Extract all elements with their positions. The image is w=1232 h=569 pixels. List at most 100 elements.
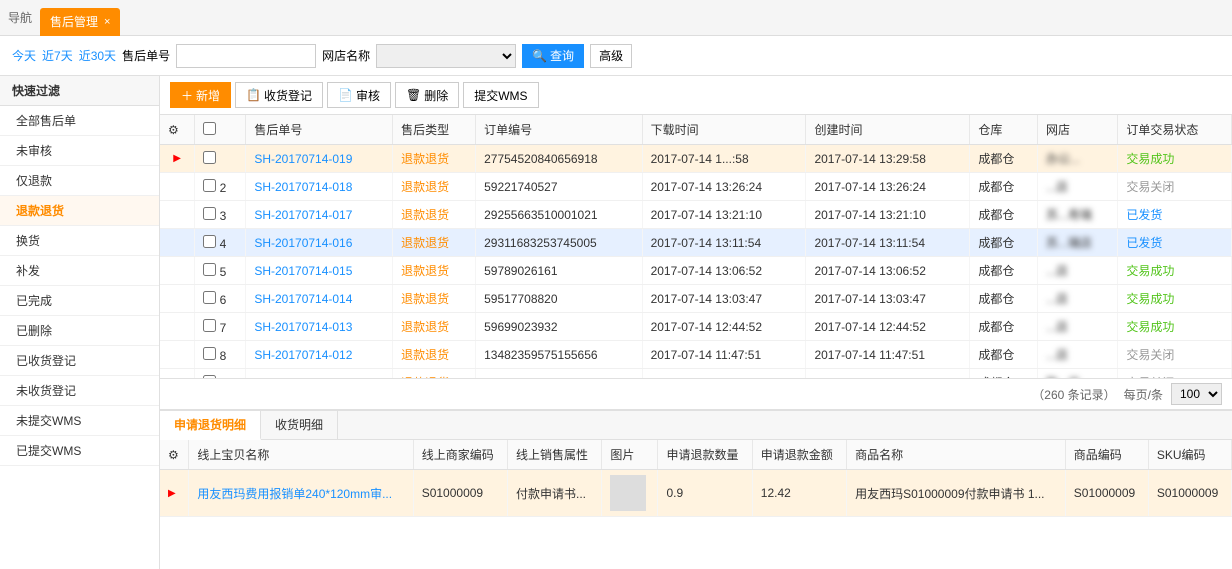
filter-last7[interactable]: 近7天: [42, 47, 73, 64]
row-arrow: [160, 341, 195, 369]
sidebar-item-deleted[interactable]: 已删除: [0, 316, 159, 346]
add-label: 新增: [196, 87, 220, 104]
cell-warehouse: 成都仓: [970, 229, 1038, 257]
btcol-name: 线上宝贝名称: [189, 440, 413, 470]
filter-today[interactable]: 今天: [12, 47, 36, 64]
row-checkbox[interactable]: [203, 319, 216, 332]
btcol-sale-attr: 线上销售属性: [508, 440, 602, 470]
nav-tab-after-sales[interactable]: 售后管理 ×: [40, 8, 120, 36]
table-row[interactable]: 5SH-20170714-015退款退货597890261612017-07-1…: [160, 257, 1232, 285]
row-checkbox[interactable]: [203, 151, 216, 164]
table-row[interactable]: 8SH-20170714-012退款退货13482359575155656201…: [160, 341, 1232, 369]
sidebar-item-receipt-done[interactable]: 已收货登记: [0, 346, 159, 376]
advanced-button[interactable]: 高级: [590, 44, 632, 68]
cell-after-sale-id: SH-20170714-014: [246, 285, 393, 313]
sidebar-item-resend[interactable]: 补发: [0, 256, 159, 286]
add-button[interactable]: ＋ 新增: [170, 82, 231, 108]
shop-name-select[interactable]: [376, 44, 516, 68]
btcol-product-code: 商品编码: [1065, 440, 1148, 470]
cell-warehouse: 成都仓: [970, 313, 1038, 341]
table-row[interactable]: 3SH-20170714-017退款退货29255663510001021201…: [160, 201, 1232, 229]
btcol-img: 图片: [602, 440, 658, 470]
col-checkbox[interactable]: [195, 115, 246, 145]
nav-tab-label: 售后管理: [50, 13, 98, 30]
bottom-sku-code: S01000009: [1148, 470, 1231, 517]
bottom-row-arrow: ▶: [160, 470, 189, 517]
col-after-sale-id: 售后单号: [246, 115, 393, 145]
cell-order-id: 29255663510001021: [476, 201, 642, 229]
row-arrow: [160, 313, 195, 341]
delete-button[interactable]: 🗑 删除: [395, 82, 459, 108]
row-arrow: [160, 201, 195, 229]
total-records: （260 条记录）: [1032, 386, 1115, 403]
sidebar-item-exchange[interactable]: 换货: [0, 226, 159, 256]
row-arrow: [160, 369, 195, 379]
row-number: 3: [216, 209, 226, 223]
cell-trade-status: 交易成功: [1118, 313, 1232, 341]
table-row[interactable]: ▶SH-20170714-019退款退货27754520840656918201…: [160, 145, 1232, 173]
audit-button[interactable]: 📄 审核: [327, 82, 391, 108]
receipt-button[interactable]: 📋 收货登记: [235, 82, 323, 108]
cell-warehouse: 成都仓: [970, 173, 1038, 201]
cell-order-id: 27754520840656918: [476, 145, 642, 173]
sidebar-item-unaudited[interactable]: 未审核: [0, 136, 159, 166]
row-checkbox-cell: 3: [195, 201, 246, 229]
col-download-time: 下载时间: [642, 115, 806, 145]
search-button[interactable]: 🔍 查询: [522, 44, 584, 68]
cell-shop: ...店: [1037, 257, 1117, 285]
cell-order-id: 29311683253745005: [476, 229, 642, 257]
cell-created-time: 2017-07-14 13:26:24: [806, 173, 970, 201]
bottom-refund-amount: 12.42: [752, 470, 846, 517]
cell-warehouse: 成都仓: [970, 285, 1038, 313]
table-row[interactable]: 6SH-20170714-014退款退货595177088​202017-07-…: [160, 285, 1232, 313]
filter-last30[interactable]: 近30天: [79, 47, 116, 64]
cell-download-time: 2017-07-14 11:46:14: [642, 369, 806, 379]
main-table-wrap: ⚙ 售后单号 售后类型 订单编号 下载时间 创建时间 仓库 网店 订单交易状态 …: [160, 115, 1232, 378]
cell-download-time: 2017-07-14 11:47:51: [642, 341, 806, 369]
row-checkbox[interactable]: [203, 179, 216, 192]
delete-icon: 🗑: [406, 88, 421, 102]
cell-after-sale-type: 退款退货: [393, 145, 476, 173]
sidebar-item-receipt-undone[interactable]: 未收货登记: [0, 376, 159, 406]
sidebar: 快速过滤 全部售后单 未审核 仅退款 退款退货 换货 补发 已完成 已删除 已收…: [0, 76, 160, 569]
bottom-product-name: 用友西玛费用报销单240*120mm审...: [189, 470, 413, 517]
col-gear[interactable]: ⚙: [160, 115, 195, 145]
sidebar-item-wms-submitted[interactable]: 已提交WMS: [0, 436, 159, 466]
cell-download-time: 2017-07-14 13:21:10: [642, 201, 806, 229]
tab-receipt-detail[interactable]: 收货明细: [261, 411, 338, 439]
close-icon[interactable]: ×: [104, 16, 110, 28]
btcol-gear[interactable]: ⚙: [160, 440, 189, 470]
cell-download-time: 2017-07-14 1...:58: [642, 145, 806, 173]
table-row[interactable]: 9SH-20170714-011退款退货11867039442742533201…: [160, 369, 1232, 379]
col-warehouse: 仓库: [970, 115, 1038, 145]
per-page-select[interactable]: 100 50 20: [1171, 383, 1222, 405]
row-checkbox[interactable]: [203, 347, 216, 360]
cell-after-sale-type: 退款退货: [393, 257, 476, 285]
submit-wms-button[interactable]: 提交WMS: [463, 82, 538, 108]
sidebar-item-completed[interactable]: 已完成: [0, 286, 159, 316]
row-checkbox[interactable]: [203, 207, 216, 220]
cell-order-id: 13482359575155656: [476, 341, 642, 369]
row-arrow: [160, 173, 195, 201]
bottom-table: ⚙ 线上宝贝名称 线上商家编码 线上销售属性 图片 申请退款数量 申请退款金额 …: [160, 440, 1232, 517]
cell-after-sale-type: 退款退货: [393, 201, 476, 229]
table-row[interactable]: 2SH-20170714-018退款退货592217405272017-07-1…: [160, 173, 1232, 201]
bottom-refund-qty: 0.9: [658, 470, 752, 517]
search-icon: 🔍: [532, 49, 547, 63]
table-row[interactable]: 4SH-20170714-016退款退货29311683253745005201…: [160, 229, 1232, 257]
tab-refund-detail[interactable]: 申请退货明细: [160, 411, 261, 440]
bottom-panel: 申请退货明细 收货明细 ⚙ 线上宝贝名称 线上商家编码 线上销售属性 图片 申请…: [160, 409, 1232, 569]
cell-download-time: 2017-07-14 13:06:52: [642, 257, 806, 285]
sidebar-item-refund-return[interactable]: 退款退货: [0, 196, 159, 226]
row-checkbox[interactable]: [203, 263, 216, 276]
sidebar-item-wms-pending[interactable]: 未提交WMS: [0, 406, 159, 436]
sidebar-item-refund-only[interactable]: 仅退款: [0, 166, 159, 196]
select-all-checkbox[interactable]: [203, 122, 216, 135]
sidebar-item-all[interactable]: 全部售后单: [0, 106, 159, 136]
cell-shop: ...店: [1037, 173, 1117, 201]
row-checkbox[interactable]: [203, 291, 216, 304]
table-row[interactable]: 7SH-20170714-013退款退货596990239322017-07-1…: [160, 313, 1232, 341]
cell-shop: 苏...寿璃: [1037, 201, 1117, 229]
row-checkbox[interactable]: [203, 235, 216, 248]
after-sale-number-input[interactable]: [176, 44, 316, 68]
